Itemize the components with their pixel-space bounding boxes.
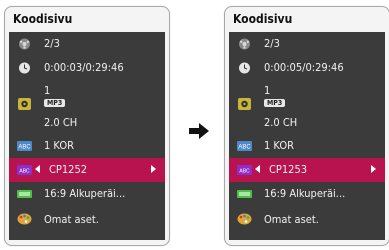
row-time[interactable]: 0:00:05/0:29:46 xyxy=(229,56,385,80)
time-value: 0:00:03/0:29:46 xyxy=(44,61,124,74)
row-settings[interactable]: Omat aset. xyxy=(229,206,385,234)
clock-icon xyxy=(19,62,30,74)
row-audio[interactable]: 1 MP3 2.0 CH xyxy=(229,80,385,134)
abc-code-icon: ABC xyxy=(237,165,252,175)
row-subtitle[interactable]: ABC 1 KOR xyxy=(9,134,165,158)
screen-ratio-icon xyxy=(17,190,32,198)
info-panel-after: Koodisivu 2/3 0:00:05/0:29:46 1 MP3 2.0 … xyxy=(224,6,389,246)
row-aspect[interactable]: 16:9 Alkuperäi... xyxy=(9,182,165,206)
code-page-value: CP1253 xyxy=(269,163,308,176)
title-value: 2/3 xyxy=(44,37,60,50)
aspect-value: 16:9 Alkuperäi... xyxy=(44,187,126,200)
abc-icon: ABC xyxy=(237,141,252,151)
speaker-icon xyxy=(238,98,251,110)
audio-track: 1 xyxy=(264,84,271,97)
audio-channels: 2.0 CH xyxy=(264,116,298,129)
left-arrow-icon[interactable] xyxy=(255,165,260,173)
svg-text:ABC: ABC xyxy=(238,145,251,151)
options-list: 2/3 0:00:03/0:29:46 1 MP3 2.0 CH ABC 1 K… xyxy=(9,32,165,240)
time-value: 0:00:05/0:29:46 xyxy=(264,61,344,74)
svg-text:ABC: ABC xyxy=(239,169,250,175)
row-time[interactable]: 0:00:03/0:29:46 xyxy=(9,56,165,80)
row-code-page[interactable]: ABC CP1253 xyxy=(229,158,385,182)
row-aspect[interactable]: 16:9 Alkuperäi... xyxy=(229,182,385,206)
abc-icon: ABC xyxy=(17,141,32,151)
svg-text:ABC: ABC xyxy=(18,145,31,151)
row-subtitle[interactable]: ABC 1 KOR xyxy=(229,134,385,158)
palette-icon xyxy=(17,213,32,225)
right-arrow-icon[interactable] xyxy=(151,165,156,173)
audio-codec-badge: MP3 xyxy=(44,99,66,107)
row-title[interactable]: 2/3 xyxy=(9,32,165,56)
abc-code-icon: ABC xyxy=(17,165,32,175)
settings-value: Omat aset. xyxy=(44,213,99,226)
clock-icon xyxy=(239,62,250,74)
film-reel-icon xyxy=(239,38,250,50)
row-settings[interactable]: Omat aset. xyxy=(9,206,165,234)
palette-icon xyxy=(237,213,252,225)
audio-track: 1 xyxy=(44,84,51,97)
panel-title: Koodisivu xyxy=(233,12,293,26)
speaker-icon xyxy=(18,98,31,110)
arrow-right-icon xyxy=(189,123,209,139)
svg-text:ABC: ABC xyxy=(19,169,30,175)
settings-value: Omat aset. xyxy=(264,213,319,226)
screen-ratio-icon xyxy=(237,190,252,198)
row-audio[interactable]: 1 MP3 2.0 CH xyxy=(9,80,165,134)
options-list: 2/3 0:00:05/0:29:46 1 MP3 2.0 CH ABC 1 K… xyxy=(229,32,385,240)
title-value: 2/3 xyxy=(264,37,280,50)
code-page-value: CP1252 xyxy=(49,163,88,176)
audio-channels: 2.0 CH xyxy=(44,116,78,129)
film-reel-icon xyxy=(19,38,30,50)
left-arrow-icon[interactable] xyxy=(35,165,40,173)
row-code-page[interactable]: ABC CP1252 xyxy=(9,158,165,182)
audio-codec-badge: MP3 xyxy=(264,99,286,107)
panel-title: Koodisivu xyxy=(13,12,73,26)
right-arrow-icon[interactable] xyxy=(371,165,376,173)
aspect-value: 16:9 Alkuperäi... xyxy=(264,187,346,200)
subtitle-value: 1 KOR xyxy=(264,139,294,152)
info-panel-before: Koodisivu 2/3 0:00:03/0:29:46 1 MP3 2.0 … xyxy=(4,6,170,246)
row-title[interactable]: 2/3 xyxy=(229,32,385,56)
subtitle-value: 1 KOR xyxy=(44,139,74,152)
